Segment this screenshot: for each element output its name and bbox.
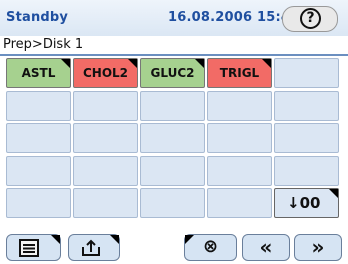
- tile-label: TRIGL: [219, 66, 260, 80]
- list-button[interactable]: [6, 234, 61, 261]
- corner-flag-icon: [329, 189, 338, 198]
- empty-slot[interactable]: [73, 155, 138, 186]
- previous-button[interactable]: «: [242, 234, 290, 261]
- corner-flag-icon: [128, 59, 137, 68]
- empty-slot[interactable]: [6, 188, 71, 218]
- disk-grid: ASTL CHOL2 GLUC2 TRIGL ↓00: [6, 58, 346, 226]
- empty-slot[interactable]: [140, 188, 205, 218]
- empty-slot[interactable]: [207, 155, 272, 186]
- tray-up-icon: [82, 239, 100, 256]
- cancel-icon: ⊗: [202, 236, 219, 257]
- tile-label: GLUC2: [150, 66, 195, 80]
- test-tile-gluc2[interactable]: GLUC2: [140, 58, 205, 88]
- help-icon: ?: [300, 8, 321, 29]
- empty-slot[interactable]: [73, 90, 138, 121]
- next-button[interactable]: »: [294, 234, 342, 261]
- breadcrumb-bar: Prep>Disk 1: [0, 36, 348, 56]
- empty-slot[interactable]: [6, 155, 71, 186]
- double-left-icon: «: [259, 235, 273, 259]
- empty-slot[interactable]: [6, 90, 71, 121]
- cancel-button[interactable]: ⊗: [184, 234, 237, 261]
- empty-slot[interactable]: [274, 123, 339, 153]
- double-right-icon: »: [311, 235, 325, 259]
- empty-slot[interactable]: [140, 123, 205, 153]
- status-bar: Standby 16.08.2006 15:40 ?: [0, 0, 348, 36]
- empty-slot[interactable]: [274, 58, 339, 88]
- corner-flag-icon: [51, 235, 60, 244]
- empty-slot[interactable]: [73, 188, 138, 218]
- test-tile-astl[interactable]: ASTL: [6, 58, 71, 88]
- list-icon: [19, 239, 39, 257]
- empty-slot[interactable]: [140, 90, 205, 121]
- empty-slot[interactable]: [73, 123, 138, 153]
- test-tile-chol2[interactable]: CHOL2: [73, 58, 138, 88]
- bottom-toolbar: ⊗ « »: [0, 230, 348, 264]
- help-button[interactable]: ?: [282, 6, 338, 32]
- corner-flag-icon: [262, 59, 271, 68]
- empty-slot[interactable]: [207, 90, 272, 121]
- breadcrumb: Prep>Disk 1: [3, 37, 84, 52]
- test-tile-trigl[interactable]: TRIGL: [207, 58, 272, 88]
- corner-flag-icon: [110, 235, 119, 244]
- state-label: Standby: [6, 10, 69, 25]
- empty-slot[interactable]: [140, 155, 205, 186]
- tray-button[interactable]: [68, 234, 120, 261]
- sort-order-button[interactable]: ↓00: [274, 188, 339, 218]
- empty-slot[interactable]: [274, 90, 339, 121]
- datetime-label: 16.08.2006 15:40: [168, 10, 300, 25]
- empty-slot[interactable]: [207, 123, 272, 153]
- empty-slot[interactable]: [207, 188, 272, 218]
- empty-slot[interactable]: [274, 155, 339, 186]
- tile-label: ASTL: [21, 66, 56, 80]
- empty-slot[interactable]: [6, 123, 71, 153]
- corner-flag-icon: [195, 59, 204, 68]
- sort-order-label: ↓00: [287, 194, 321, 212]
- corner-flag-icon: [61, 59, 70, 68]
- tile-label: CHOL2: [82, 66, 129, 80]
